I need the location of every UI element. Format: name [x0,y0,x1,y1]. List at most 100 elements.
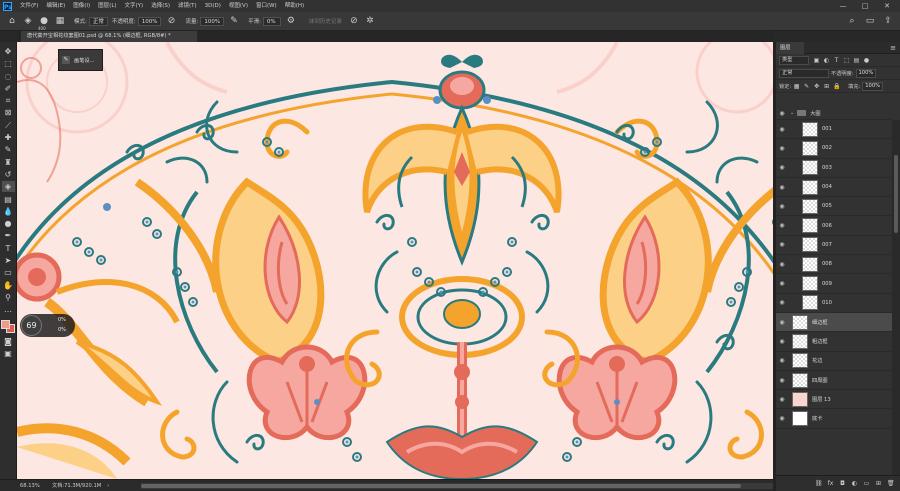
layer-row[interactable]: ◉ 009 [776,274,892,294]
search-icon[interactable]: ⌕ [846,15,858,27]
blend-mode-select[interactable]: 正常 [779,68,829,78]
eye-icon[interactable]: ◉ [776,319,788,326]
zoom-tool-icon[interactable]: ⚲ [2,292,15,303]
foreground-color-swatch[interactable] [1,319,10,329]
horizontal-scrollbar[interactable] [141,483,773,489]
eye-icon[interactable]: ◉ [776,280,788,287]
status-menu-icon[interactable]: › [107,483,109,489]
layers-tab[interactable]: 图层 [776,42,804,54]
filter-smart-icon[interactable]: ▤ [853,57,860,64]
menu-file[interactable]: 文件(F) [16,0,42,12]
mode-select[interactable]: 正常 [88,16,108,26]
eye-icon[interactable]: ◉ [776,203,788,210]
horizontal-scroll-thumb[interactable] [141,484,741,488]
panel-menu-icon[interactable]: ≡ [890,42,896,54]
marquee-tool-icon[interactable]: ⬚ [2,58,15,69]
eraser-tool-icon-active[interactable]: ◈ [1,181,15,193]
close-icon[interactable]: ✕ [876,0,898,12]
path-select-tool-icon[interactable]: ➤ [2,255,15,266]
type-tool-icon[interactable]: T [2,243,15,254]
eye-icon[interactable]: ◉ [776,396,788,403]
eye-icon[interactable]: ◉ [776,145,788,152]
lasso-tool-icon[interactable]: ◌ [2,71,15,82]
lock-position-icon[interactable]: ✥ [813,83,820,90]
share-icon[interactable]: ⇪ [882,15,894,27]
minimize-icon[interactable]: — [832,0,854,12]
layer-row[interactable]: ◉ 004 [776,178,892,198]
brush-settings-popup[interactable]: ✎ 画笔设... [58,49,103,71]
layer-row[interactable]: ◉ 008 [776,255,892,275]
new-layer-icon[interactable]: ⊞ [875,480,882,487]
symmetry-icon[interactable]: ✲ [364,15,376,27]
layers-scroll-thumb[interactable] [894,155,898,233]
gradient-tool-icon[interactable]: ▤ [2,194,15,205]
home-icon[interactable]: ⌂ [6,15,18,27]
layer-row[interactable]: ◉ 底卡 [776,409,892,429]
quick-mask-icon[interactable]: ◙ [2,336,15,347]
lock-all-icon[interactable]: 🔒 [833,83,840,90]
crop-tool-icon[interactable]: ⌗ [2,95,15,106]
layer-row[interactable]: ◉ 002 [776,139,892,159]
dodge-tool-icon[interactable]: ● [2,218,15,229]
lock-artboard-icon[interactable]: ⊞ [823,83,830,90]
layer-opacity-input[interactable]: 100% [855,68,877,78]
eye-icon[interactable]: ◉ [776,299,788,306]
clone-stamp-tool-icon[interactable]: ♜ [2,157,15,168]
color-swatches[interactable] [1,319,15,333]
document-tab[interactable]: 唐代葵开宝相花纹套图01.psd @ 68.1% (细边框, RGB/8#) * [21,31,197,42]
layer-row[interactable]: ◉ 005 [776,197,892,217]
eye-icon[interactable]: ◉ [776,110,788,117]
layer-row[interactable]: ◉ 006 [776,216,892,236]
menu-type[interactable]: 文字(Y) [121,0,148,12]
filter-type-icon[interactable]: T [833,57,840,64]
brush-preset-icon[interactable]: ● 400 [38,15,50,31]
erase-history-checkbox[interactable]: 抹到历史记录 [309,17,342,25]
more-tools-icon[interactable]: … [2,304,15,315]
layer-row[interactable]: ◉ 花边 [776,352,892,371]
canvas[interactable] [17,42,773,479]
eyedropper-tool-icon[interactable]: ⟋ [2,120,15,131]
move-tool-icon[interactable]: ✥ [2,46,15,57]
opacity-input[interactable]: 100% [137,16,162,26]
menu-layer[interactable]: 图层(L) [94,0,120,12]
delete-layer-icon[interactable]: 🗑 [887,480,895,487]
menu-select[interactable]: 选择(S) [147,0,174,12]
eye-icon[interactable]: ◉ [776,222,788,229]
filter-shape-icon[interactable]: ⬚ [843,57,850,64]
add-mask-icon[interactable]: ◘ [839,480,846,487]
menu-3d[interactable]: 3D(D) [201,0,225,12]
filter-toggle-icon[interactable]: ● [863,57,870,64]
new-group-icon[interactable]: ▭ [863,480,870,487]
pen-tool-icon[interactable]: ✒ [2,230,15,241]
eye-icon[interactable]: ◉ [776,377,788,384]
brush-settings-icon[interactable]: ▦ [54,15,66,27]
hand-tool-icon[interactable]: ✋ [2,280,15,291]
brush-tool-icon[interactable]: ✎ [2,144,15,155]
menu-help[interactable]: 帮助(H) [281,0,308,12]
menu-window[interactable]: 窗口(W) [252,0,281,12]
lock-paint-icon[interactable]: ✎ [803,83,810,90]
layer-row[interactable]: ◉ 图层 13 [776,390,892,410]
history-brush-tool-icon[interactable]: ↺ [2,169,15,180]
airbrush-icon[interactable]: ✎ [228,15,240,27]
maximize-icon[interactable]: □ [854,0,876,12]
quick-select-tool-icon[interactable]: ✐ [2,83,15,94]
smooth-settings-icon[interactable]: ⚙ [285,15,297,27]
layer-style-icon[interactable]: fx [827,480,834,487]
shape-tool-icon[interactable]: ▭ [2,267,15,278]
healing-brush-tool-icon[interactable]: ✚ [2,132,15,143]
eraser-tool-icon[interactable]: ◈ [22,15,34,27]
layer-row[interactable]: ◉ 001 [776,120,892,140]
layer-row-selected[interactable]: ◉ 细边框 [776,312,892,333]
eye-icon[interactable]: ◉ [776,261,788,268]
pressure-size-icon[interactable]: ⊘ [348,15,360,27]
eye-icon[interactable]: ◉ [776,357,788,364]
pressure-opacity-icon[interactable]: ⊘ [165,15,177,27]
menu-view[interactable]: 视图(V) [225,0,252,12]
link-layers-icon[interactable]: ⛓ [815,480,823,487]
eye-icon[interactable]: ◉ [776,241,788,248]
lock-pixels-icon[interactable]: ▦ [793,83,800,90]
expand-chevron-icon[interactable]: ⌄ [790,110,794,116]
eye-icon[interactable]: ◉ [776,415,788,422]
eye-icon[interactable]: ◉ [776,126,788,133]
